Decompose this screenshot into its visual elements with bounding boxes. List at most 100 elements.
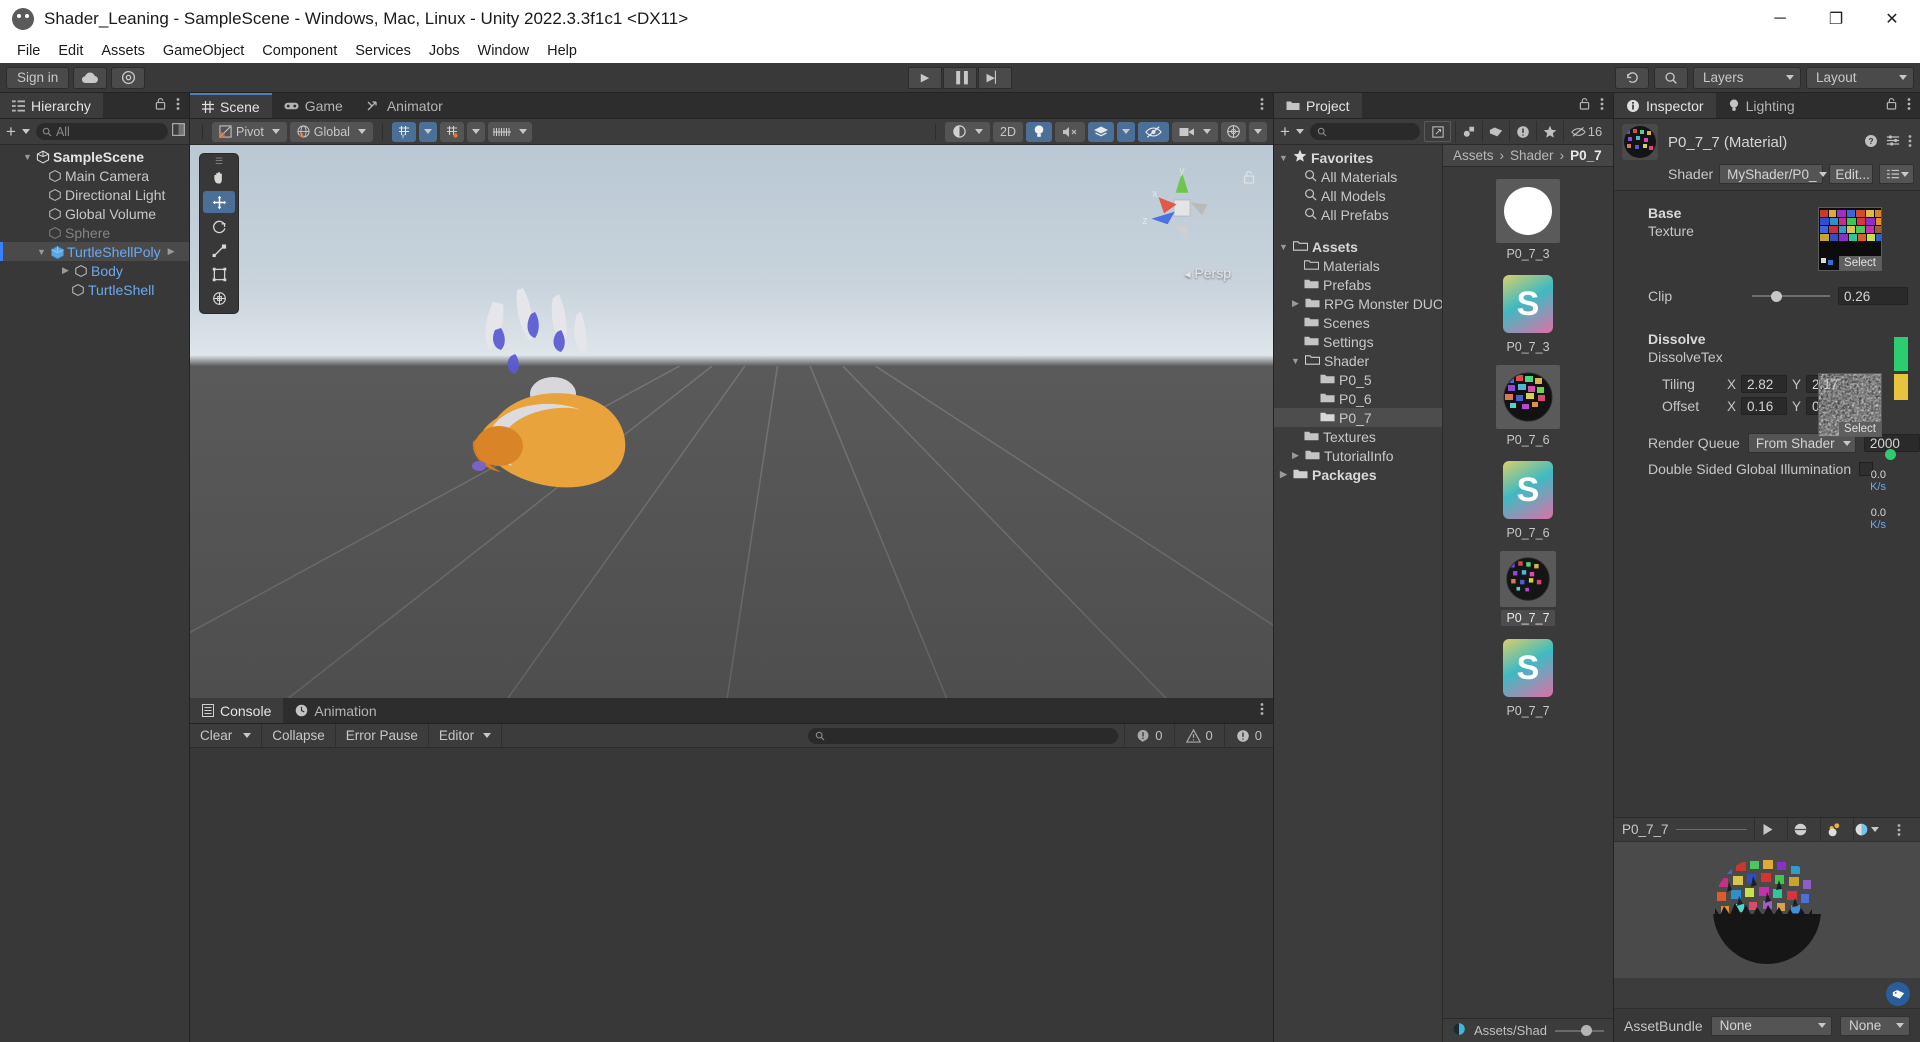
dissolve-texture-slot[interactable]: Select xyxy=(1818,373,1882,437)
label-tag-icon[interactable] xyxy=(1886,982,1910,1006)
hierarchy-item-turtleshellpoly[interactable]: ▼ TurtleShellPoly ▶ xyxy=(0,242,189,261)
asset-item[interactable]: S P0_7_6 xyxy=(1480,458,1576,541)
pivot-dropdown[interactable]: Pivot xyxy=(212,121,287,142)
project-create-button[interactable]: + xyxy=(1278,122,1306,142)
disclosure-triangle[interactable]: ▼ xyxy=(1278,153,1289,163)
project-tree-p0-5[interactable]: P0_5 xyxy=(1274,370,1442,389)
rect-tool-button[interactable] xyxy=(203,263,235,285)
project-tree-settings[interactable]: Settings xyxy=(1274,332,1442,351)
project-hidden-count[interactable]: 16 xyxy=(1563,121,1609,142)
menu-help[interactable]: Help xyxy=(538,41,586,61)
hierarchy-tree[interactable]: ▼ SampleScene Main Camera Directional Li… xyxy=(0,145,189,1042)
console-warning-count[interactable]: 0 xyxy=(1173,723,1224,748)
layout-dropdown[interactable]: Layout xyxy=(1806,66,1914,89)
disclosure-triangle[interactable]: ▶ xyxy=(1290,450,1301,461)
console-log-count[interactable]: 0 xyxy=(1124,723,1173,748)
scene-lock-icon[interactable] xyxy=(1243,170,1255,187)
tab-hierarchy[interactable]: Hierarchy xyxy=(0,93,103,118)
disclosure-triangle[interactable]: ▶ xyxy=(1290,298,1301,309)
scale-tool-button[interactable] xyxy=(203,239,235,261)
asset-item[interactable]: S P0_7_3 xyxy=(1480,272,1576,355)
console-search-input[interactable] xyxy=(808,727,1119,744)
preview-sphere-button[interactable] xyxy=(1787,817,1813,842)
overlay-drag-handle[interactable]: ☰ xyxy=(203,156,235,166)
dissolve-texture-select-button[interactable]: Select xyxy=(1839,422,1881,436)
grid-snap-dropdown[interactable] xyxy=(418,121,437,142)
clip-slider[interactable] xyxy=(1752,289,1830,303)
hidden-objects-toggle[interactable] xyxy=(1138,121,1169,142)
lock-icon[interactable] xyxy=(155,97,166,114)
scene-projection-label[interactable]: ◂ Persp xyxy=(1185,265,1232,281)
tab-project[interactable]: Project xyxy=(1274,93,1362,118)
move-tool-button[interactable] xyxy=(203,191,235,213)
project-tree-textures[interactable]: Textures xyxy=(1274,427,1442,446)
ruler-toggle[interactable] xyxy=(487,121,532,142)
project-tree-assets[interactable]: ▼ Assets xyxy=(1274,237,1442,256)
filter-asset-icon[interactable] xyxy=(1455,121,1482,142)
asset-item[interactable]: P0_7_3 xyxy=(1480,179,1576,262)
scene-lighting-toggle[interactable] xyxy=(1026,121,1052,142)
hierarchy-item-directional-light[interactable]: Directional Light xyxy=(0,185,189,204)
console-error-count[interactable]: 0 xyxy=(1223,723,1273,748)
project-expand-icon[interactable] xyxy=(1424,121,1451,142)
asset-zoom-slider[interactable] xyxy=(1555,1025,1604,1037)
kebab-menu-icon[interactable] xyxy=(1260,97,1264,115)
maximize-button[interactable]: ❐ xyxy=(1808,0,1864,38)
preview-canvas[interactable] xyxy=(1614,842,1920,978)
chevron-right-icon[interactable]: ▶ xyxy=(168,246,175,257)
breadcrumb-shader[interactable]: Shader xyxy=(1510,148,1554,163)
project-tree-all-materials[interactable]: All Materials xyxy=(1274,167,1442,186)
audio-mute-toggle[interactable] xyxy=(1055,121,1085,142)
project-tree-p0-7[interactable]: P0_7 xyxy=(1274,408,1442,427)
preview-menu-button[interactable] xyxy=(1886,818,1912,842)
scene-view-gizmo[interactable]: y x z xyxy=(1137,163,1227,253)
tiling-x-field[interactable]: 2.82 xyxy=(1741,375,1788,393)
project-tree-p0-6[interactable]: P0_6 xyxy=(1274,389,1442,408)
help-icon[interactable]: ? xyxy=(1864,134,1878,151)
clip-value-field[interactable]: 0.26 xyxy=(1838,287,1908,305)
preview-play-button[interactable] xyxy=(1754,817,1780,842)
shader-options-dropdown[interactable] xyxy=(1879,164,1915,184)
cloud-icon[interactable] xyxy=(73,66,108,89)
kebab-menu-icon[interactable] xyxy=(1260,702,1264,720)
scene-viewport[interactable]: ☰ y x z ◂ Persp xyxy=(190,145,1273,698)
project-tree-scenes[interactable]: Scenes xyxy=(1274,313,1442,332)
hierarchy-item-samplescene[interactable]: ▼ SampleScene xyxy=(0,147,189,166)
hierarchy-item-sphere[interactable]: Sphere xyxy=(0,223,189,242)
filter-favorite-icon[interactable] xyxy=(1536,121,1563,142)
project-tree-prefabs[interactable]: Prefabs xyxy=(1274,275,1442,294)
disclosure-triangle[interactable]: ▶ xyxy=(60,265,71,276)
base-texture-slot[interactable]: Select xyxy=(1818,207,1882,271)
hierarchy-item-main-camera[interactable]: Main Camera xyxy=(0,166,189,185)
tab-console[interactable]: Console xyxy=(190,698,284,723)
project-tree-rpg-monster-duo[interactable]: ▶ RPG Monster DUO P xyxy=(1274,294,1442,313)
snap-increment-dropdown[interactable] xyxy=(466,121,485,142)
close-button[interactable]: ✕ xyxy=(1864,0,1920,38)
base-texture-select-button[interactable]: Select xyxy=(1839,256,1881,270)
fx-dropdown[interactable] xyxy=(1117,121,1135,142)
hierarchy-search-input[interactable]: All xyxy=(35,123,168,140)
hierarchy-item-global-volume[interactable]: Global Volume xyxy=(0,204,189,223)
kebab-menu-icon[interactable] xyxy=(1600,97,1604,115)
2d-toggle[interactable]: 2D xyxy=(993,121,1023,142)
console-clear-button[interactable]: Clear xyxy=(190,723,263,748)
hand-tool-button[interactable] xyxy=(203,167,235,189)
console-errorpause-button[interactable]: Error Pause xyxy=(336,723,429,748)
disclosure-triangle[interactable]: ▼ xyxy=(22,152,33,162)
gizmos-dropdown[interactable] xyxy=(1249,121,1267,142)
lock-icon[interactable] xyxy=(1579,97,1590,114)
menu-gameobject[interactable]: GameObject xyxy=(154,41,253,61)
menu-file[interactable]: File xyxy=(8,41,49,61)
offset-x-field[interactable]: 0.16 xyxy=(1741,397,1788,415)
grid-snap-toggle[interactable]: Y xyxy=(391,121,416,142)
menu-window[interactable]: Window xyxy=(469,41,539,61)
project-tree-favorites[interactable]: ▼ Favorites xyxy=(1274,148,1442,167)
shading-mode-dropdown[interactable] xyxy=(945,121,991,142)
project-tree-packages[interactable]: ▶ Packages xyxy=(1274,465,1442,484)
breadcrumb-assets[interactable]: Assets xyxy=(1453,148,1494,163)
asset-grid[interactable]: P0_7_3 S P0_7_3 P0_7_6 S P0_7_6 P0_7_7 S… xyxy=(1443,167,1613,1018)
asset-item[interactable]: S P0_7_7 xyxy=(1480,636,1576,719)
assetbundle-variant-dropdown[interactable]: None xyxy=(1840,1015,1910,1036)
console-editor-dropdown[interactable]: Editor xyxy=(429,723,503,748)
menu-component[interactable]: Component xyxy=(253,41,346,61)
